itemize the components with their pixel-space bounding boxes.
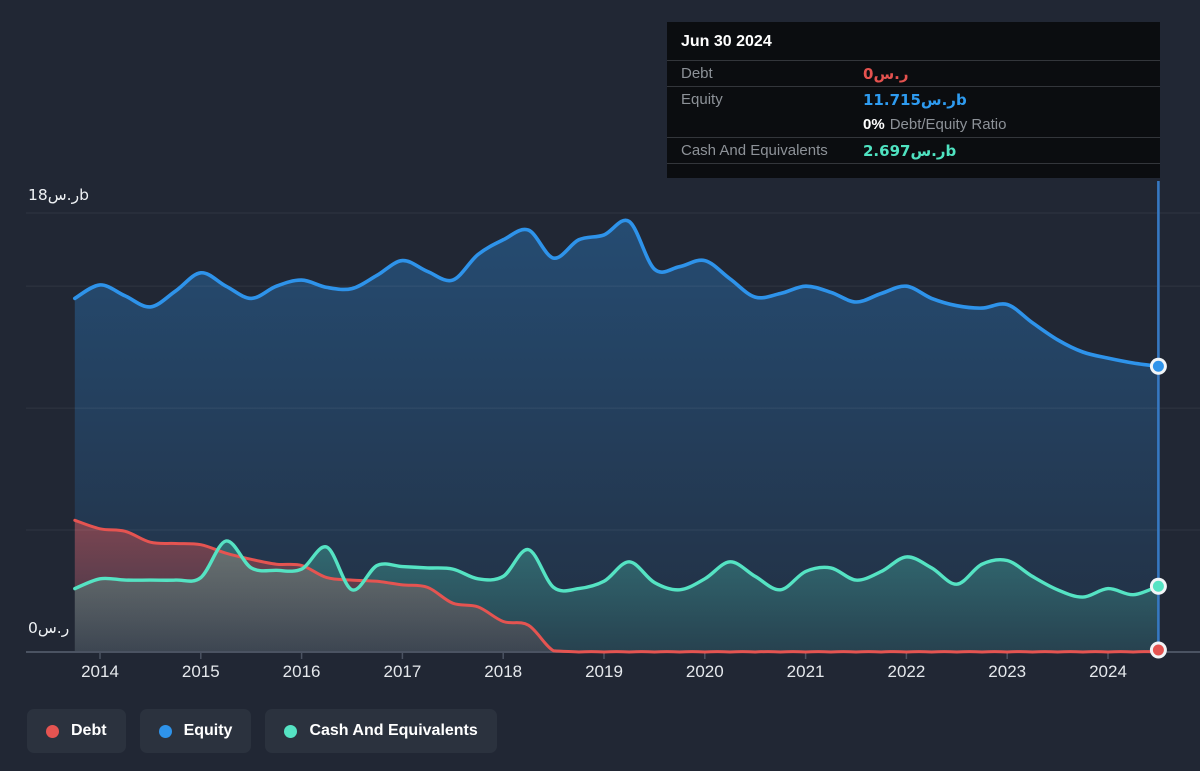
- legend-chip-debt[interactable]: Debt: [27, 709, 126, 753]
- tooltip-debt-value: 0ر.س: [863, 64, 909, 83]
- x-axis-label-2021: 2021: [787, 662, 825, 681]
- tooltip-debt-label: Debt: [681, 65, 713, 82]
- tooltip-cash-value: 2.697ر.سb: [863, 141, 957, 160]
- x-axis-label-2024: 2024: [1089, 662, 1127, 681]
- cash-and-equivalents-marker-dot: [1152, 580, 1164, 592]
- tooltip-ratio: 0% Debt/Equity Ratio: [863, 116, 1152, 134]
- tooltip-row-cash: Cash And Equivalents 2.697ر.سb: [667, 138, 1160, 164]
- tooltip-row-ratio: 0% Debt/Equity Ratio: [667, 112, 1160, 138]
- debt-marker-dot: [1152, 644, 1164, 656]
- equity-dot-icon: [158, 724, 172, 738]
- x-axis-label-2018: 2018: [484, 662, 522, 681]
- legend-debt-label: Debt: [71, 722, 107, 739]
- x-axis-label-2022: 2022: [887, 662, 925, 681]
- tooltip-date: Jun 30 2024: [667, 22, 1160, 61]
- tooltip-row-debt: Debt 0ر.س: [667, 61, 1160, 87]
- y-axis-max-label: 18ر.سb: [28, 186, 89, 204]
- legend-chip-equity[interactable]: Equity: [139, 709, 252, 753]
- x-axis-label-2019: 2019: [585, 662, 623, 681]
- hover-tooltip: Jun 30 2024 Debt 0ر.س Equity 11.715ر.سb …: [667, 22, 1160, 178]
- balance-sheet-history-chart: 2014 2015 2016 2017 2018 2019 2020 2021 2022 2023…: [0, 0, 1200, 771]
- y-axis-zero-label: 0ر.س: [28, 619, 70, 637]
- tooltip-equity-value: 11.715ر.سb: [863, 90, 967, 109]
- tooltip-ratio-label: Debt/Equity Ratio: [889, 115, 1007, 133]
- x-axis-label-2016: 2016: [283, 662, 321, 681]
- equity-marker-dot: [1152, 360, 1164, 372]
- tooltip-equity-label: Equity: [681, 91, 723, 108]
- x-axis-label-2020: 2020: [686, 662, 724, 681]
- legend-cash-label: Cash And Equivalents: [309, 722, 478, 739]
- cash-dot-icon: [284, 724, 298, 738]
- legend: Debt Equity Cash And Equivalents: [27, 709, 497, 753]
- tooltip-cash-label: Cash And Equivalents: [681, 142, 828, 159]
- tooltip-ratio-value: 0%: [863, 115, 885, 133]
- x-axis-label-2015: 2015: [182, 662, 220, 681]
- x-axis-label-2014: 2014: [81, 662, 119, 681]
- tooltip-row-equity: Equity 11.715ر.سb: [667, 87, 1160, 112]
- x-axis-label-2023: 2023: [988, 662, 1026, 681]
- legend-chip-cash[interactable]: Cash And Equivalents: [265, 709, 497, 753]
- x-axis-label-2017: 2017: [383, 662, 421, 681]
- legend-equity-label: Equity: [183, 722, 233, 739]
- debt-dot-icon: [46, 724, 59, 738]
